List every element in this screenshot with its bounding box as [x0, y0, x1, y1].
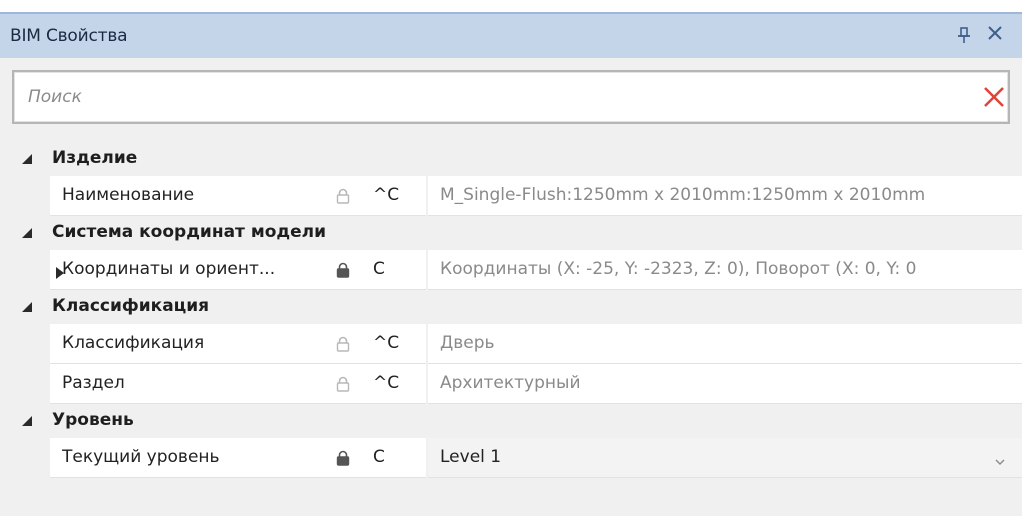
- lock-closed-icon[interactable]: [336, 262, 350, 278]
- close-icon[interactable]: [984, 24, 1006, 46]
- property-value: Дверь: [440, 333, 495, 353]
- collapse-triangle-icon[interactable]: [22, 151, 34, 165]
- property-scope: C: [373, 259, 385, 279]
- panel-title-bar: BIM Свойства: [0, 12, 1022, 58]
- property-name-cell: Классификация: [50, 324, 323, 364]
- property-name: Наименование: [62, 185, 195, 205]
- property-name-cell: Наименование: [50, 176, 323, 216]
- category-row[interactable]: Уровень: [0, 404, 1022, 438]
- property-value: Архитектурный: [440, 373, 581, 393]
- pin-icon[interactable]: [956, 26, 972, 46]
- chevron-down-icon[interactable]: [994, 452, 1006, 465]
- property-scope: C: [373, 447, 385, 467]
- bim-properties-panel: BIM Свойства ИзделиеНаи: [0, 0, 1022, 516]
- collapse-triangle-icon[interactable]: [22, 413, 34, 427]
- property-value-cell: M_Single-Flush:1250mm x 2010mm:1250mm x …: [428, 176, 1022, 216]
- collapse-triangle-icon[interactable]: [22, 225, 34, 239]
- property-value-dropdown[interactable]: Level 1: [428, 438, 1022, 478]
- property-name: Текущий уровень: [62, 447, 220, 467]
- category-label: Классификация: [52, 296, 210, 316]
- property-scope: ^C: [373, 333, 400, 353]
- lock-open-icon[interactable]: [336, 376, 350, 392]
- category-label: Система координат модели: [52, 222, 327, 242]
- property-name: Раздел: [62, 373, 125, 393]
- property-lock-cell: ^C: [323, 324, 426, 364]
- lock-open-icon[interactable]: [336, 188, 350, 204]
- property-name-cell: Координаты и ориент...: [50, 250, 323, 290]
- category-row[interactable]: Изделие: [0, 142, 1022, 176]
- property-scope: ^C: [373, 185, 400, 205]
- category-row[interactable]: Классификация: [0, 290, 1022, 324]
- property-value-cell: Архитектурный: [428, 364, 1022, 404]
- search-box: [12, 70, 1010, 124]
- search-area: [0, 58, 1022, 142]
- property-name: Координаты и ориент...: [62, 259, 276, 279]
- property-lock-cell: C: [323, 250, 426, 290]
- property-name-cell: Текущий уровень: [50, 438, 323, 478]
- property-row[interactable]: Текущий уровень C Level 1: [0, 438, 1022, 478]
- category-label: Уровень: [52, 410, 134, 430]
- search-input[interactable]: [28, 72, 928, 122]
- property-row[interactable]: Координаты и ориент... C Координаты (X: -2…: [0, 250, 1022, 290]
- property-value-cell: Дверь: [428, 324, 1022, 364]
- property-lock-cell: C: [323, 438, 426, 478]
- lock-open-icon[interactable]: [336, 336, 350, 352]
- property-value: Координаты (X: -25, Y: -2323, Z: 0), Пов…: [440, 259, 917, 279]
- category-label: Изделие: [52, 148, 138, 168]
- property-name: Классификация: [62, 333, 205, 353]
- clear-x-icon[interactable]: [982, 85, 1006, 109]
- top-strip: [0, 0, 1022, 12]
- lock-closed-icon[interactable]: [336, 450, 350, 466]
- property-value: M_Single-Flush:1250mm x 2010mm:1250mm x …: [440, 185, 926, 205]
- category-row[interactable]: Система координат модели: [0, 216, 1022, 250]
- collapse-triangle-icon[interactable]: [22, 299, 34, 313]
- property-lock-cell: ^C: [323, 364, 426, 404]
- property-lock-cell: ^C: [323, 176, 426, 216]
- property-row[interactable]: Наименование ^C M_Single-Flush:1250mm x 20…: [0, 176, 1022, 216]
- property-scope: ^C: [373, 373, 400, 393]
- property-value: Level 1: [440, 447, 502, 467]
- property-value-cell: Координаты (X: -25, Y: -2323, Z: 0), Пов…: [428, 250, 1022, 290]
- property-row[interactable]: Классификация ^C Дверь: [0, 324, 1022, 364]
- property-row[interactable]: Раздел ^C Архитектурный: [0, 364, 1022, 404]
- property-name-cell: Раздел: [50, 364, 323, 404]
- panel-title: BIM Свойства: [10, 26, 128, 46]
